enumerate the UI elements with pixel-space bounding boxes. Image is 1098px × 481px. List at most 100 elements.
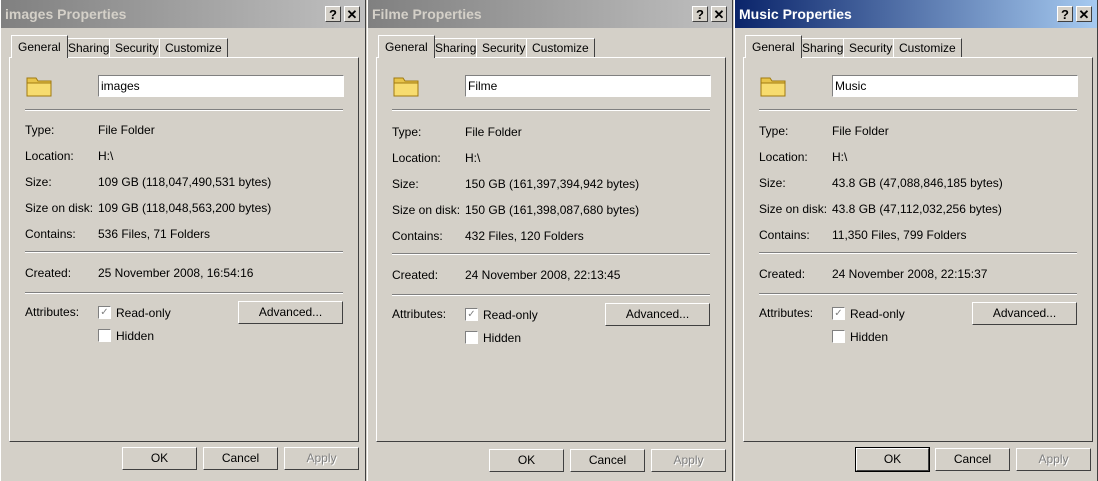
tab-general[interactable]: General: [745, 35, 802, 58]
cancel-button[interactable]: Cancel: [570, 449, 645, 472]
folder-name-field[interactable]: images: [98, 75, 344, 97]
read-only-label[interactable]: Read-only: [850, 307, 905, 321]
folder-name-field[interactable]: Music: [832, 75, 1078, 97]
read-only-checkbox[interactable]: ✓: [98, 306, 111, 319]
title-bar[interactable]: Filme Properties ? ✕: [368, 0, 732, 28]
size-label: Size:: [392, 177, 419, 191]
size-on-disk-value: 109 GB (118,048,563,200 bytes): [98, 201, 272, 215]
tab-security[interactable]: Security: [109, 38, 165, 57]
folder-icon: [393, 77, 419, 97]
help-button[interactable]: ?: [325, 6, 341, 22]
cancel-button[interactable]: Cancel: [935, 448, 1010, 471]
hidden-checkbox[interactable]: [832, 330, 845, 343]
title-bar[interactable]: Music Properties ? ✕: [735, 0, 1097, 28]
folder-name-field[interactable]: Filme: [465, 75, 711, 97]
type-label: Type:: [392, 125, 422, 139]
size-on-disk-label: Size on disk:: [392, 203, 461, 217]
tab-sharing[interactable]: Sharing: [429, 38, 483, 57]
size-label: Size:: [759, 176, 786, 190]
separator: [25, 292, 343, 294]
ok-button[interactable]: OK: [855, 447, 930, 472]
title-bar[interactable]: images Properties ? ✕: [1, 0, 365, 28]
folder-icon: [760, 77, 786, 97]
properties-dialog-images: images Properties ? ✕ General Sharing Se…: [0, 0, 366, 481]
location-label: Location:: [759, 150, 808, 164]
apply-button[interactable]: Apply: [651, 449, 726, 472]
created-value: 25 November 2008, 16:54:16: [98, 266, 254, 280]
size-on-disk-label: Size on disk:: [759, 202, 828, 216]
location-label: Location:: [392, 151, 441, 165]
hidden-checkbox[interactable]: [465, 331, 478, 344]
hidden-label[interactable]: Hidden: [483, 331, 521, 345]
help-button[interactable]: ?: [692, 6, 708, 22]
tab-customize[interactable]: Customize: [159, 38, 228, 57]
size-on-disk-value: 150 GB (161,398,087,680 bytes): [465, 203, 640, 217]
close-button[interactable]: ✕: [711, 6, 727, 22]
location-value: H:\: [98, 149, 114, 163]
contains-value: 536 Files, 71 Folders: [98, 227, 211, 241]
read-only-checkbox[interactable]: ✓: [465, 308, 478, 321]
type-value: File Folder: [98, 123, 155, 137]
window-title: Filme Properties: [372, 6, 482, 22]
properties-dialog-filme: Filme Properties ? ✕ General Sharing Sec…: [367, 0, 733, 481]
tab-sharing[interactable]: Sharing: [796, 38, 850, 57]
tab-security[interactable]: Security: [476, 38, 532, 57]
hidden-label[interactable]: Hidden: [850, 330, 888, 344]
created-label: Created:: [759, 267, 806, 281]
tab-sharing[interactable]: Sharing: [62, 38, 116, 57]
created-value: 24 November 2008, 22:15:37: [832, 267, 988, 281]
apply-button[interactable]: Apply: [1016, 448, 1091, 471]
created-label: Created:: [25, 266, 72, 280]
attributes-label: Attributes:: [25, 305, 80, 319]
read-only-label[interactable]: Read-only: [483, 308, 538, 322]
size-label: Size:: [25, 175, 52, 189]
folder-icon: [26, 77, 52, 97]
created-label: Created:: [392, 268, 439, 282]
hidden-checkbox[interactable]: [98, 329, 111, 342]
ok-button[interactable]: OK: [122, 447, 197, 470]
ok-button[interactable]: OK: [489, 449, 564, 472]
window-title: Music Properties: [739, 6, 852, 22]
separator: [759, 109, 1077, 111]
separator: [759, 293, 1077, 295]
separator: [25, 251, 343, 253]
window-title: images Properties: [5, 6, 127, 22]
advanced-button[interactable]: Advanced...: [972, 302, 1077, 325]
separator: [392, 109, 710, 111]
tab-customize[interactable]: Customize: [893, 38, 962, 57]
location-value: H:\: [832, 150, 848, 164]
general-panel: Filme Type: File Folder Location: H:\ Si…: [376, 57, 726, 442]
location-value: H:\: [465, 151, 481, 165]
size-on-disk-label: Size on disk:: [25, 201, 94, 215]
contains-value: 432 Files, 120 Folders: [465, 229, 584, 243]
attributes-label: Attributes:: [392, 307, 447, 321]
type-label: Type:: [25, 123, 55, 137]
separator: [25, 109, 343, 111]
properties-dialog-music: Music Properties ? ✕ General Sharing Sec…: [734, 0, 1098, 481]
contains-label: Contains:: [25, 227, 76, 241]
cancel-button[interactable]: Cancel: [203, 447, 278, 470]
size-on-disk-value: 43.8 GB (47,112,032,256 bytes): [832, 202, 1002, 216]
tab-security[interactable]: Security: [843, 38, 899, 57]
size-value: 109 GB (118,047,490,531 bytes): [98, 175, 272, 189]
size-value: 150 GB (161,397,394,942 bytes): [465, 177, 640, 191]
apply-button[interactable]: Apply: [284, 447, 359, 470]
created-value: 24 November 2008, 22:13:45: [465, 268, 621, 282]
attributes-label: Attributes:: [759, 306, 814, 320]
tab-customize[interactable]: Customize: [526, 38, 595, 57]
read-only-checkbox[interactable]: ✓: [832, 307, 845, 320]
close-button[interactable]: ✕: [1076, 6, 1092, 22]
close-button[interactable]: ✕: [344, 6, 360, 22]
tab-general[interactable]: General: [378, 35, 435, 58]
type-value: File Folder: [465, 125, 522, 139]
separator: [392, 294, 710, 296]
type-value: File Folder: [832, 124, 889, 138]
help-button[interactable]: ?: [1057, 6, 1073, 22]
separator: [392, 253, 710, 255]
advanced-button[interactable]: Advanced...: [238, 301, 343, 324]
hidden-label[interactable]: Hidden: [116, 329, 154, 343]
contains-value: 11,350 Files, 799 Folders: [832, 228, 967, 242]
read-only-label[interactable]: Read-only: [116, 306, 171, 320]
advanced-button[interactable]: Advanced...: [605, 303, 710, 326]
tab-general[interactable]: General: [11, 35, 68, 58]
